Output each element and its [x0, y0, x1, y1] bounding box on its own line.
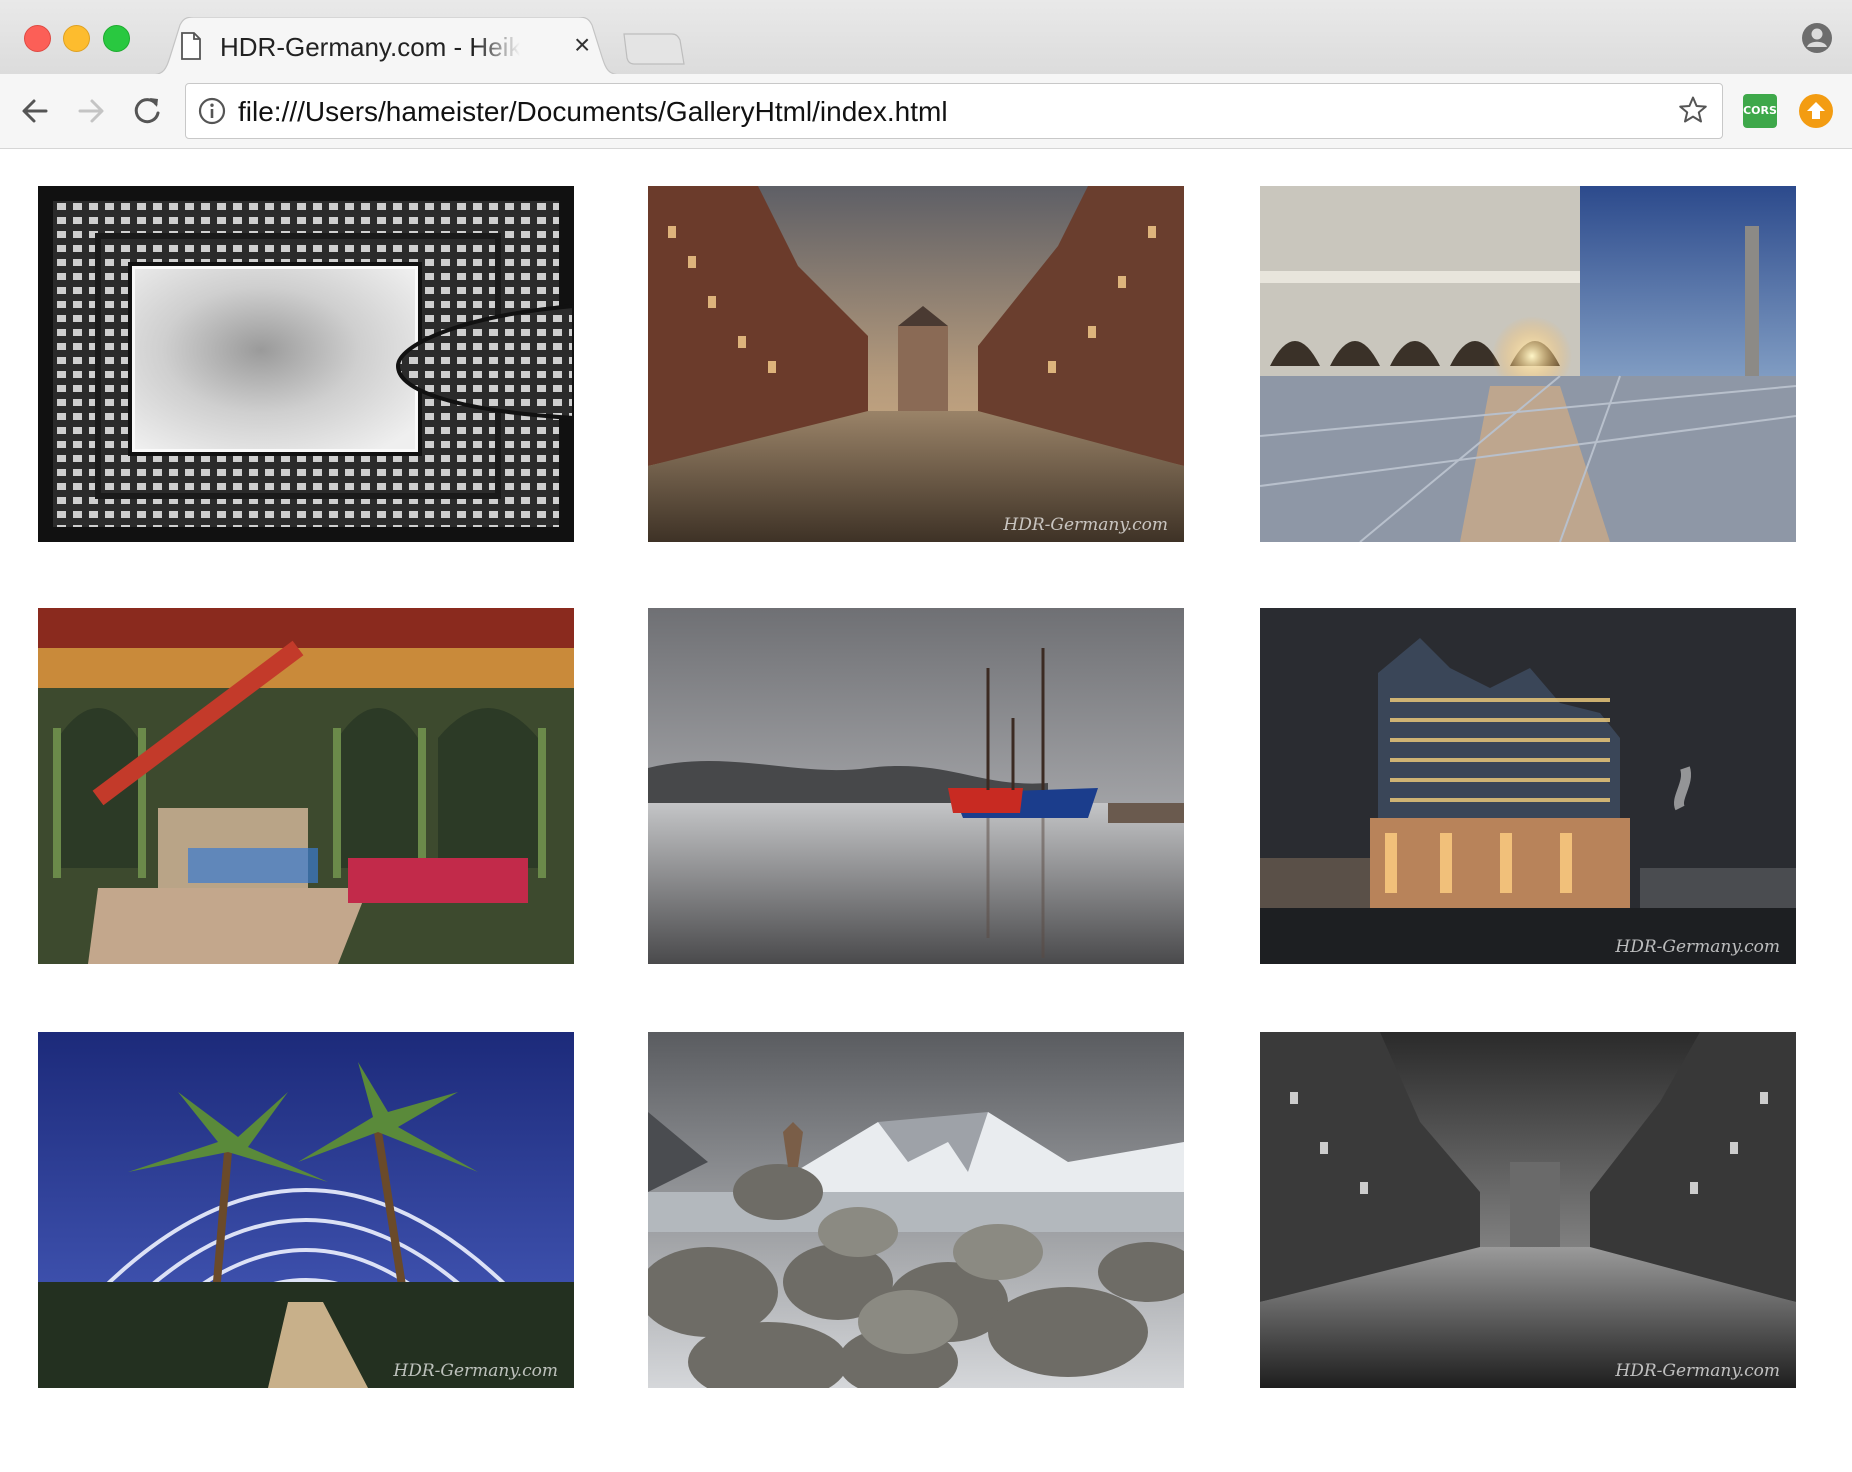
title-bar: HDR-Germany.com - Heike Hameister × — [0, 0, 1852, 75]
gallery-image-speicherstadt-bw[interactable]: HDR-Germany.com — [1260, 1032, 1796, 1388]
photo-gallery: HDR-Germany.com HDR-Germany.com HDR-Germ… — [0, 149, 1852, 1472]
cors-extension-icon[interactable]: CORS — [1743, 94, 1777, 128]
watermark: HDR-Germany.com — [1002, 515, 1168, 535]
close-icon[interactable]: × — [574, 29, 590, 61]
gallery-image-rocky-shore[interactable] — [648, 1032, 1184, 1388]
watermark: HDR-Germany.com — [392, 1361, 558, 1381]
address-bar[interactable]: file:///Users/hameister/Documents/Galler… — [185, 83, 1723, 139]
back-icon[interactable] — [16, 92, 54, 130]
watermark: HDR-Germany.com — [1614, 937, 1780, 957]
toolbar: file:///Users/hameister/Documents/Galler… — [0, 74, 1852, 149]
gallery-image-palm-arches[interactable]: HDR-Germany.com — [38, 1032, 574, 1388]
active-tab[interactable]: HDR-Germany.com - Heike Hameister × — [150, 17, 630, 75]
watermark: HDR-Germany.com — [1614, 1361, 1780, 1381]
gallery-image-elbphilharmonie[interactable]: HDR-Germany.com — [1260, 608, 1796, 964]
new-tab-button[interactable] — [620, 32, 686, 68]
gallery-image-venice-sunrise[interactable] — [1260, 186, 1796, 542]
tab-title: HDR-Germany.com - Heike Hameister — [220, 32, 520, 62]
page-icon — [180, 32, 202, 65]
gallery-image-tall-ships[interactable] — [648, 608, 1184, 964]
gallery-image-courtyard[interactable] — [38, 186, 574, 542]
upload-extension-icon[interactable] — [1799, 94, 1833, 128]
url-text[interactable]: file:///Users/hameister/Documents/Galler… — [238, 96, 948, 128]
reload-icon[interactable] — [128, 92, 166, 130]
minimize-window-button[interactable] — [63, 25, 90, 52]
profile-icon[interactable] — [1800, 21, 1834, 55]
gallery-image-speicherstadt-dusk[interactable]: HDR-Germany.com — [648, 186, 1184, 542]
forward-icon[interactable] — [72, 92, 110, 130]
star-icon[interactable] — [1678, 95, 1708, 125]
gallery-image-moorish-interior[interactable] — [38, 608, 574, 964]
info-icon[interactable] — [198, 97, 226, 125]
close-window-button[interactable] — [24, 25, 51, 52]
maximize-window-button[interactable] — [103, 25, 130, 52]
